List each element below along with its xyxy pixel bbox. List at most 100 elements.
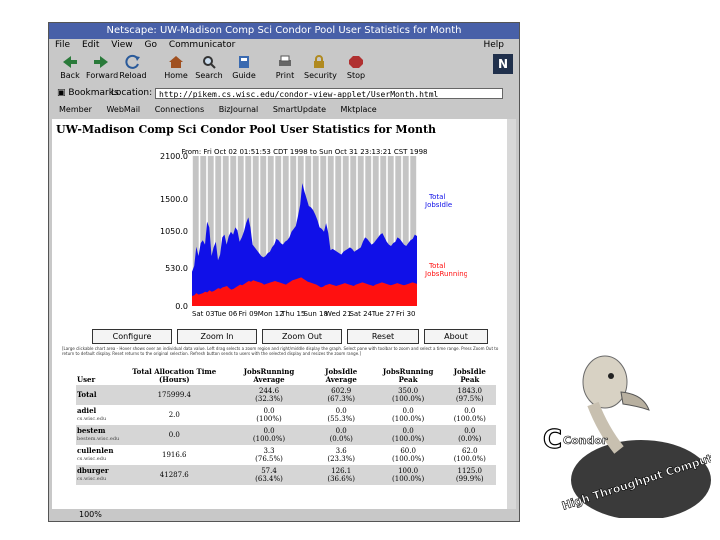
zoom-in-button[interactable]: Zoom In	[177, 329, 257, 344]
legend-label: JobsIdle	[424, 201, 452, 209]
condor-wordmark: Condor	[563, 434, 608, 447]
table-cell: 62.0 (100.0%)	[453, 447, 486, 463]
condor-c-letter: C	[543, 425, 562, 455]
user-name: bestem	[77, 426, 106, 435]
menu-file[interactable]: File	[55, 40, 70, 50]
menu-go[interactable]: Go	[144, 40, 156, 50]
guide-button[interactable]: Guide	[229, 54, 259, 80]
menu-communicator[interactable]: Communicator	[169, 40, 235, 50]
search-button[interactable]: Search	[194, 54, 224, 80]
table-cell: 0.0 (100%)	[256, 407, 282, 423]
menu-edit[interactable]: Edit	[82, 40, 99, 50]
menu-bar: File Edit View Go Communicator Help	[49, 39, 519, 52]
table-cell: 350.0 (100.0%)	[372, 385, 444, 405]
table-cell: 0.0 (0.0%)	[443, 425, 496, 445]
table-cell: 0.0	[120, 425, 229, 445]
security-button[interactable]: Security	[304, 54, 337, 80]
col-total-allocation: Total Allocation Time (Hours)	[132, 367, 217, 384]
user-name: adiel	[77, 406, 97, 415]
reset-button[interactable]: Reset	[347, 329, 419, 344]
bookmark-connections[interactable]: Connections	[155, 105, 204, 114]
table-cell: 41287.6	[120, 465, 229, 485]
table-cell: 602.9 (67.3%)	[309, 385, 373, 405]
legend-label: Total	[428, 262, 445, 270]
table-row: adiel cs.wisc.edu 2.0 0.0 (100%) 0.0 (55.3%) 0.…	[76, 405, 496, 425]
col-idle-avg: JobsIdle Average	[325, 367, 358, 384]
user-cell: adiel cs.wisc.edu	[76, 405, 120, 425]
condor-logo: C Condor High Throughput Computing	[533, 340, 711, 518]
home-icon	[169, 56, 183, 68]
condor-head	[582, 355, 628, 409]
user-name: cullenlen	[77, 446, 114, 455]
browser-window: Netscape: UW-Madison Comp Sci Condor Poo…	[48, 22, 520, 522]
table-cell: 244.6 (32.3%)	[228, 385, 310, 405]
url-input[interactable]: http://pikem.cs.wisc.edu/condor-view-app…	[155, 88, 503, 99]
table-cell: 100.0 (100.0%)	[372, 465, 444, 485]
location-bar: ▣ Bookmarks Location: http://pikem.cs.wi…	[49, 86, 519, 102]
guide-icon	[239, 56, 249, 68]
table-cell: 60.0 (100.0%)	[392, 447, 425, 463]
bookmarks-button[interactable]: ▣ Bookmarks	[57, 88, 119, 98]
back-button[interactable]: Back	[55, 54, 85, 80]
stats-chart[interactable]: 2100.01500.01050.0530.00.0Sat 03 Tue 06 Fr…	[142, 146, 468, 326]
back-icon	[63, 56, 77, 68]
chart-applet[interactable]: 2100.0 1500.0 1050.0 530.0 0.0 Sat 03 Tue 06 Fr…	[142, 146, 468, 326]
page-title: UW-Madison Comp Sci Condor Pool User Sta…	[56, 123, 437, 136]
x-tick-label: Sat 24	[349, 310, 372, 318]
user-cell: bestem bestem.wisc.edu	[76, 425, 121, 445]
table-cell: 126.1 (36.6%)	[309, 465, 373, 485]
zoom-out-button[interactable]: Zoom Out	[262, 329, 342, 344]
bookmark-member[interactable]: Member	[59, 105, 92, 114]
table-row: cullenlen cs.wisc.edu 1916.6 3.3 (76.5%) 3.6(…	[76, 445, 496, 465]
table-cell: 1125.0 (99.9%)	[443, 465, 496, 485]
page-content: UW-Madison Comp Sci Condor Pool User Sta…	[52, 119, 507, 509]
table-cell: 175999.4	[120, 385, 229, 405]
bookmark-smartupdate[interactable]: SmartUpdate	[273, 105, 326, 114]
user-cell: Total	[76, 385, 121, 405]
x-tick-label: Wed 21	[325, 310, 351, 318]
user-host: cs.wisc.edu	[77, 416, 107, 422]
reload-button[interactable]: Reload	[118, 54, 148, 80]
table-row: dburger cs.wisc.edu 41287.6 57.4 (63.4%) 126.…	[76, 465, 496, 485]
x-tick-label: Thu 15	[280, 310, 305, 318]
user-host: cs.wisc.edu	[77, 476, 107, 482]
forward-button[interactable]: Forward	[86, 54, 118, 80]
table-cell: 0.0 (55.3%)	[327, 407, 356, 423]
configure-button[interactable]: Configure	[92, 329, 172, 344]
col-running-peak: JobsRunning Peak	[382, 367, 434, 384]
user-cell: dburger cs.wisc.edu	[76, 465, 121, 485]
table-row: Total 175999.4 244.6 (32.3%) 602.9 (67.3%) 350…	[76, 385, 496, 405]
bookmark-mktplace[interactable]: Mktplace	[341, 105, 377, 114]
user-host: cs.wisc.edu	[77, 456, 107, 462]
table-row: bestem bestem.wisc.edu 0.0 0.0 (100.0%) 0.0 (0…	[76, 425, 496, 445]
personal-toolbar: Member WebMail Connections BizJournal Sm…	[49, 102, 519, 117]
col-running-avg: JobsRunning Average	[243, 367, 295, 384]
print-icon	[279, 55, 291, 66]
x-tick-label: Fri 30	[396, 310, 415, 318]
bookmark-webmail[interactable]: WebMail	[106, 105, 140, 114]
user-host: bestem.wisc.edu	[77, 436, 120, 442]
print-button[interactable]: Print	[270, 54, 300, 80]
about-button[interactable]: About	[424, 329, 488, 344]
vertical-scrollbar[interactable]	[507, 119, 516, 509]
y-tick-label: 0.0	[175, 302, 188, 311]
menu-help[interactable]: Help	[483, 39, 504, 52]
stop-button[interactable]: Stop	[341, 54, 371, 80]
reload-icon	[125, 54, 140, 69]
window-title: Netscape: UW-Madison Comp Sci Condor Poo…	[49, 23, 519, 39]
y-tick-label: 1050.0	[160, 227, 188, 236]
table-cell: 0.0 (0.0%)	[309, 425, 373, 445]
chart-subtitle: From: Fri Oct 02 01:51:53 CDT 1998 to Su…	[182, 148, 428, 156]
bookmark-bizjournal[interactable]: BizJournal	[219, 105, 259, 114]
y-tick-label: 1500.0	[160, 195, 188, 204]
user-name: Total	[77, 390, 97, 399]
home-button[interactable]: Home	[161, 54, 191, 80]
user-name: dburger	[77, 466, 109, 475]
menu-view[interactable]: View	[111, 40, 132, 50]
x-tick-label: Tue 06	[213, 310, 238, 318]
search-icon	[203, 56, 216, 69]
y-tick-label: 530.0	[165, 264, 188, 273]
legend-label: Total	[428, 193, 445, 201]
table-cell: 2.0	[168, 411, 180, 419]
status-bar: 100%	[49, 509, 519, 521]
